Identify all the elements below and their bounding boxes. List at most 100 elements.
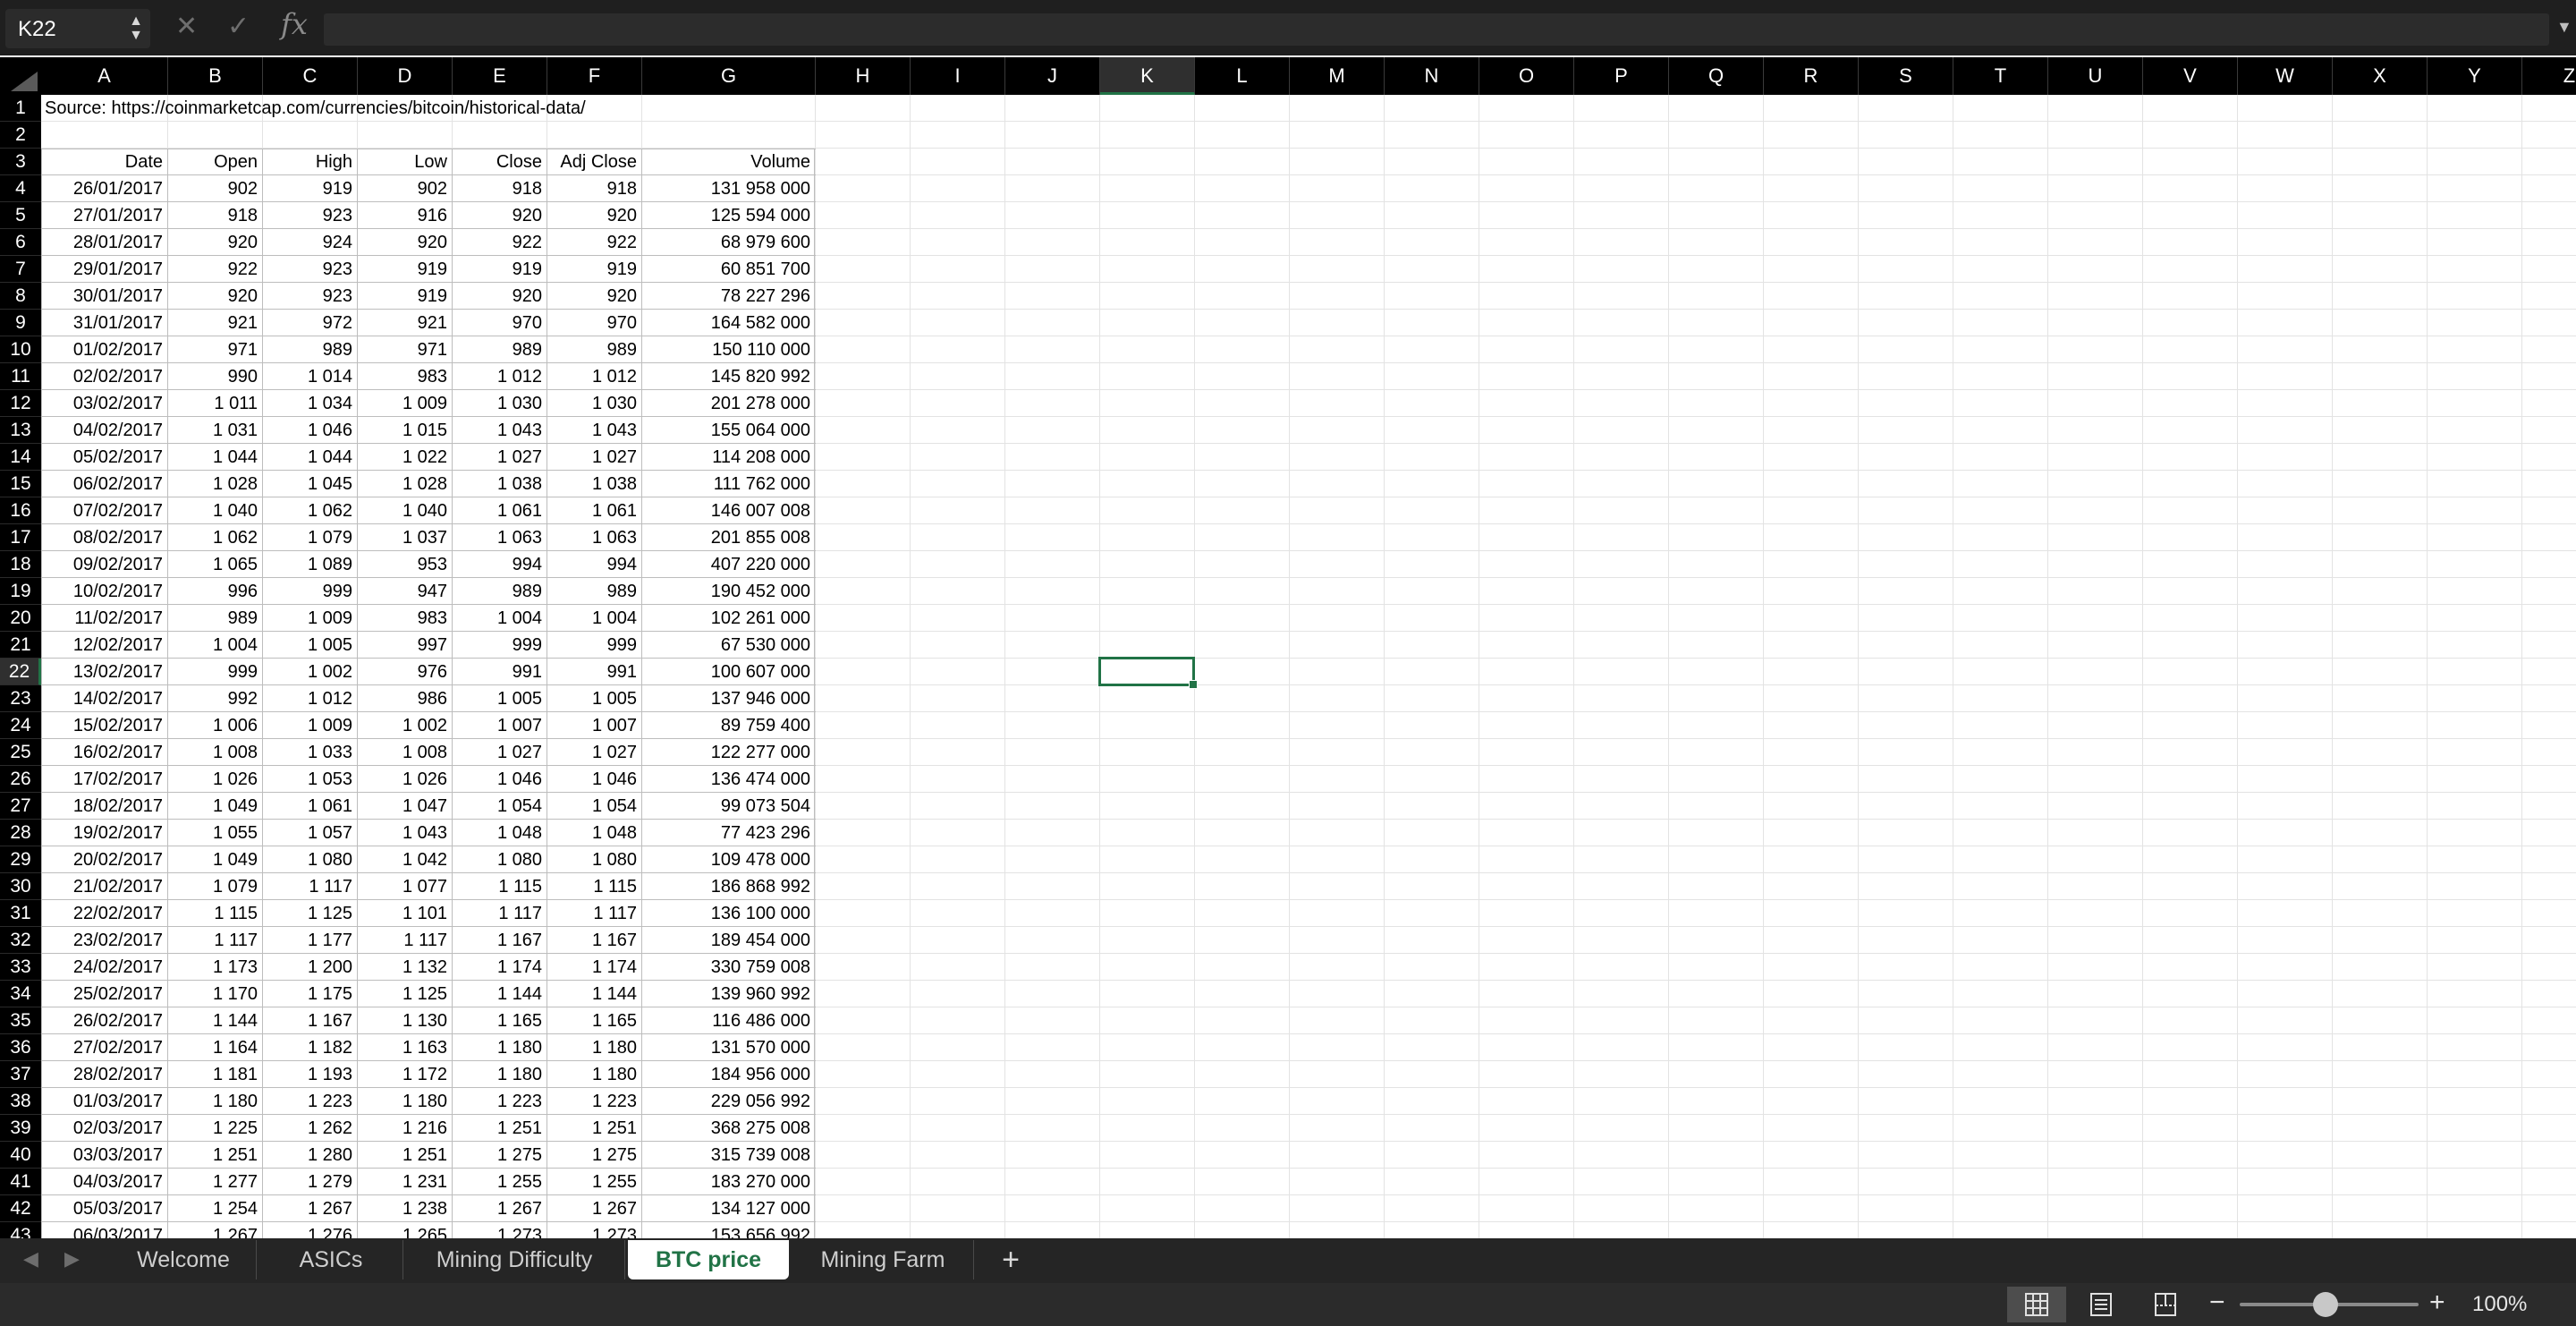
table-cell-volume[interactable]: 183 270 000: [642, 1169, 816, 1195]
table-cell-open[interactable]: 920: [168, 283, 263, 310]
table-cell-open[interactable]: 1 225: [168, 1115, 263, 1142]
table-cell-date[interactable]: 18/02/2017: [41, 793, 168, 820]
table-cell-low[interactable]: 1 043: [358, 820, 453, 846]
table-cell-date[interactable]: 05/02/2017: [41, 444, 168, 471]
table-cell-date[interactable]: 03/02/2017: [41, 390, 168, 417]
row-header-10[interactable]: 10: [0, 336, 41, 363]
row-header-9[interactable]: 9: [0, 310, 41, 336]
table-cell-high[interactable]: 1 079: [263, 524, 358, 551]
table-cell-date[interactable]: 30/01/2017: [41, 283, 168, 310]
table-cell-adj-close[interactable]: 1 012: [547, 363, 642, 390]
table-cell-open[interactable]: 1 049: [168, 793, 263, 820]
table-cell-close[interactable]: 1 167: [453, 927, 547, 954]
table-cell-low[interactable]: 1 231: [358, 1169, 453, 1195]
table-cell-date[interactable]: 11/02/2017: [41, 605, 168, 632]
table-cell-date[interactable]: 12/02/2017: [41, 632, 168, 659]
table-header-date[interactable]: Date: [41, 149, 168, 175]
table-cell-volume[interactable]: 189 454 000: [642, 927, 816, 954]
table-cell-low[interactable]: 1 077: [358, 873, 453, 900]
table-cell-date[interactable]: 22/02/2017: [41, 900, 168, 927]
page-layout-icon[interactable]: [2072, 1287, 2131, 1322]
table-cell-open[interactable]: 1 008: [168, 739, 263, 766]
table-cell-low[interactable]: 1 037: [358, 524, 453, 551]
table-cell-adj-close[interactable]: 1 061: [547, 497, 642, 524]
table-cell-close[interactable]: 989: [453, 578, 547, 605]
table-cell-date[interactable]: 10/02/2017: [41, 578, 168, 605]
table-cell-open[interactable]: 996: [168, 578, 263, 605]
column-header-P[interactable]: P: [1574, 57, 1669, 95]
table-cell-volume[interactable]: 125 594 000: [642, 202, 816, 229]
confirm-icon[interactable]: ✓: [227, 11, 250, 43]
table-cell-open[interactable]: 902: [168, 175, 263, 202]
table-cell-date[interactable]: 24/02/2017: [41, 954, 168, 981]
table-cell-volume[interactable]: 184 956 000: [642, 1061, 816, 1088]
table-cell-adj-close[interactable]: 1 223: [547, 1088, 642, 1115]
add-sheet-button[interactable]: +: [977, 1240, 1045, 1279]
row-header-41[interactable]: 41: [0, 1169, 41, 1195]
table-cell-low[interactable]: 1 130: [358, 1007, 453, 1034]
table-cell-open[interactable]: 1 011: [168, 390, 263, 417]
table-cell-date[interactable]: 21/02/2017: [41, 873, 168, 900]
formula-expand-icon[interactable]: ▼: [2556, 18, 2572, 37]
table-cell-adj-close[interactable]: 1 080: [547, 846, 642, 873]
table-cell-date[interactable]: 28/01/2017: [41, 229, 168, 256]
table-cell-close[interactable]: 1 030: [453, 390, 547, 417]
table-cell-low[interactable]: 1 180: [358, 1088, 453, 1115]
table-cell-close[interactable]: 991: [453, 659, 547, 685]
table-cell-adj-close[interactable]: 989: [547, 578, 642, 605]
table-cell-high[interactable]: 1 005: [263, 632, 358, 659]
table-cell-adj-close[interactable]: 918: [547, 175, 642, 202]
table-cell-volume[interactable]: 407 220 000: [642, 551, 816, 578]
table-cell-date[interactable]: 26/01/2017: [41, 175, 168, 202]
table-cell-volume[interactable]: 60 851 700: [642, 256, 816, 283]
column-header-Q[interactable]: Q: [1669, 57, 1764, 95]
column-header-B[interactable]: B: [168, 57, 263, 95]
row-header-14[interactable]: 14: [0, 444, 41, 471]
row-header-19[interactable]: 19: [0, 578, 41, 605]
zoom-in-button[interactable]: +: [2429, 1287, 2445, 1319]
table-cell-open[interactable]: 1 049: [168, 846, 263, 873]
table-cell-open[interactable]: 1 028: [168, 471, 263, 497]
table-cell-high[interactable]: 989: [263, 336, 358, 363]
column-header-F[interactable]: F: [547, 57, 642, 95]
table-cell-low[interactable]: 1 132: [358, 954, 453, 981]
table-cell-high[interactable]: 919: [263, 175, 358, 202]
table-cell-open[interactable]: 1 277: [168, 1169, 263, 1195]
table-cell-volume[interactable]: 111 762 000: [642, 471, 816, 497]
table-cell-adj-close[interactable]: 1 027: [547, 444, 642, 471]
table-cell-open[interactable]: 1 031: [168, 417, 263, 444]
row-header-22[interactable]: 22: [0, 659, 41, 685]
tab-mining-farm[interactable]: Mining Farm: [792, 1240, 974, 1279]
column-header-N[interactable]: N: [1385, 57, 1479, 95]
table-cell-adj-close[interactable]: 1 027: [547, 739, 642, 766]
tab-welcome[interactable]: Welcome: [111, 1240, 257, 1279]
table-cell-volume[interactable]: 145 820 992: [642, 363, 816, 390]
table-cell-open[interactable]: 1 006: [168, 712, 263, 739]
table-cell-date[interactable]: 06/03/2017: [41, 1222, 168, 1238]
table-cell-high[interactable]: 1 280: [263, 1142, 358, 1169]
table-cell-low[interactable]: 1 047: [358, 793, 453, 820]
column-header-S[interactable]: S: [1859, 57, 1953, 95]
table-cell-close[interactable]: 1 115: [453, 873, 547, 900]
table-cell-low[interactable]: 1 125: [358, 981, 453, 1007]
table-cell-high[interactable]: 972: [263, 310, 358, 336]
table-cell-open[interactable]: 1 251: [168, 1142, 263, 1169]
row-header-42[interactable]: 42: [0, 1195, 41, 1222]
table-cell-close[interactable]: 919: [453, 256, 547, 283]
table-cell-close[interactable]: 1 273: [453, 1222, 547, 1238]
table-cell-low[interactable]: 997: [358, 632, 453, 659]
table-cell-date[interactable]: 23/02/2017: [41, 927, 168, 954]
table-cell-volume[interactable]: 122 277 000: [642, 739, 816, 766]
worksheet-grid[interactable]: A B C D E F G H I J K L M N O P Q R S T U V W X Y Z 1 2 3 4 5 6 7 8 9 10 11 1…: [0, 57, 2576, 1238]
table-cell-close[interactable]: 994: [453, 551, 547, 578]
table-cell-high[interactable]: 923: [263, 256, 358, 283]
table-cell-high[interactable]: 1 223: [263, 1088, 358, 1115]
table-cell-close[interactable]: 1 027: [453, 739, 547, 766]
zoom-level[interactable]: 100%: [2472, 1292, 2527, 1317]
table-cell-high[interactable]: 1 117: [263, 873, 358, 900]
table-cell-adj-close[interactable]: 1 251: [547, 1115, 642, 1142]
table-cell-high[interactable]: 1 012: [263, 685, 358, 712]
row-header-31[interactable]: 31: [0, 900, 41, 927]
table-cell-low[interactable]: 1 002: [358, 712, 453, 739]
table-cell-low[interactable]: 1 117: [358, 927, 453, 954]
